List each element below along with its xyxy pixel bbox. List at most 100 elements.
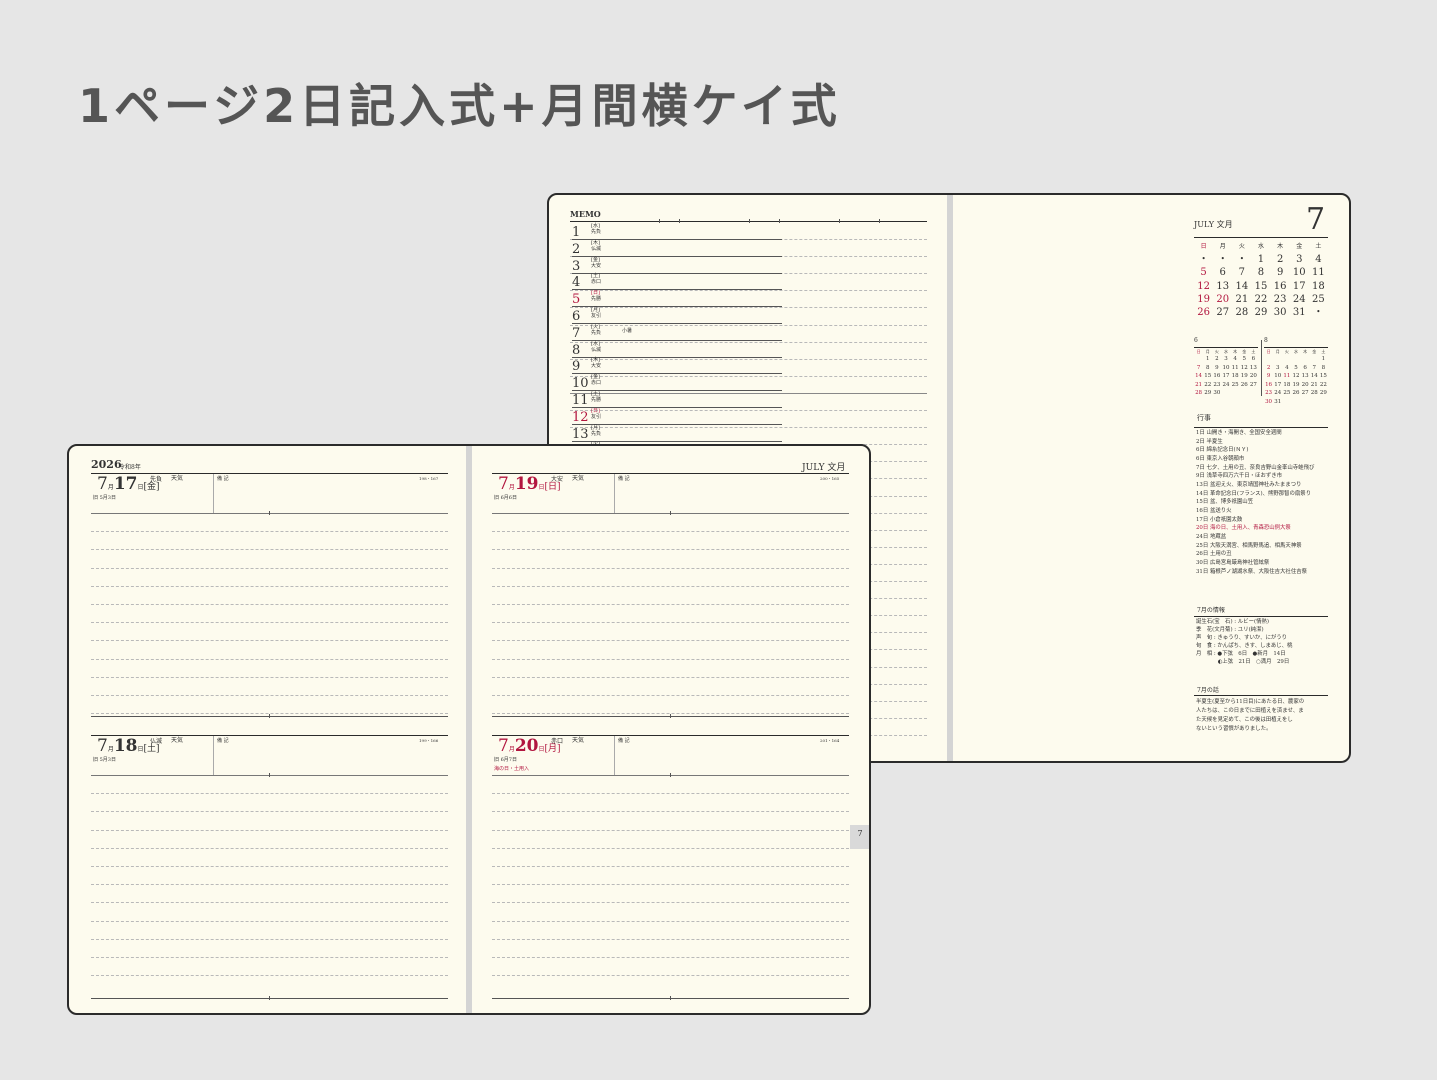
weekday: [土] xyxy=(143,744,160,754)
month-grid-tick xyxy=(879,219,880,223)
write-line xyxy=(492,676,849,678)
calendar-day: 11 xyxy=(1231,364,1239,371)
event-item: 30日 広島宮島厳島神社管絃祭 xyxy=(1196,559,1270,566)
mini-calendar: 日月火水木金土 1 2 3 4 5 6 7 8 9 10 11 12 13 14 15 16 17 18 19 20 21… xyxy=(1194,348,1258,398)
write-line xyxy=(91,567,448,569)
center-tick xyxy=(670,773,671,777)
calendar-day: 21 xyxy=(1310,381,1318,388)
calendar-day: 1 xyxy=(1321,356,1326,362)
calendar-day: 21 xyxy=(1195,381,1203,388)
memo-label: 備 記 xyxy=(618,738,630,744)
calendar-day: 15 xyxy=(1204,373,1212,379)
month-day-row: 3 [金] 大安 xyxy=(572,256,782,274)
calendar-day xyxy=(1240,389,1249,398)
calendar-day: 23 xyxy=(1273,293,1287,305)
calendar-day: 26 xyxy=(1292,390,1300,396)
calendar-day: 8 xyxy=(1321,364,1326,371)
day-event: 小暑 xyxy=(622,327,633,334)
write-line xyxy=(91,676,448,678)
calendar-day: 13 xyxy=(1301,373,1309,379)
calendar-day: 12 xyxy=(1197,280,1210,292)
calendar-day xyxy=(1282,355,1291,364)
write-line xyxy=(91,829,448,831)
month-day-row: 2 [木] 仏滅 xyxy=(572,239,782,257)
info-item: 季 花(文月菊) : ユリ(純潔) xyxy=(1196,627,1264,633)
month-day-row: 11 [土] 先勝 xyxy=(572,390,782,408)
write-line xyxy=(91,640,448,642)
month-header-rule xyxy=(1194,237,1328,238)
calendar-day: 11 xyxy=(1312,267,1325,279)
page-title: 1ページ2日記入式+月間横ケイ式 xyxy=(78,79,841,133)
event-item: 15日 盆、博多祇園山笠 xyxy=(1196,499,1254,506)
month-label: JULY 文月 xyxy=(802,463,846,473)
event-item: 9日 浅草寺四万六千日・ほおずき市 xyxy=(1196,473,1283,480)
event-item: 1日 山開き・海開き、全国安全週間 xyxy=(1196,430,1282,436)
calendar-day: 27 xyxy=(1216,307,1230,319)
day-number: 12 xyxy=(572,409,589,425)
calendar-day: 14 xyxy=(1235,280,1249,292)
calendar-day: 19 xyxy=(1240,373,1248,379)
day-number: 5 xyxy=(572,292,581,308)
event-item: 25日 大阪天満宮、相馬野馬追、相馬天神祭 xyxy=(1196,542,1302,549)
calendar-day: 25 xyxy=(1283,390,1291,396)
weekday: [日] xyxy=(544,482,561,492)
write-line xyxy=(91,695,448,696)
calendar-day: 25 xyxy=(1231,381,1239,388)
calendar-day: 4 xyxy=(1233,356,1237,362)
weekday-header: 土 xyxy=(1321,349,1326,354)
write-line xyxy=(492,884,849,886)
calendar-day: 19 xyxy=(1197,293,1210,305)
memo-divider xyxy=(614,474,615,513)
write-line xyxy=(91,622,448,624)
write-line xyxy=(91,585,448,587)
calendar-day: 20 xyxy=(1301,381,1309,388)
rokuyo: 赤口 xyxy=(591,380,602,387)
write-line xyxy=(492,658,849,660)
day-number: 3 xyxy=(572,258,581,274)
calendar-day xyxy=(1291,355,1300,364)
calendar-day: ・ xyxy=(1217,254,1228,265)
calendar-day: 30 xyxy=(1265,398,1273,405)
write-line xyxy=(91,938,448,940)
month-index-tab[interactable]: 7 xyxy=(850,825,869,849)
calendar-day: 8 xyxy=(1205,364,1210,371)
write-line xyxy=(91,531,448,533)
info-item: 月 相 : ●下弦 6日 ●新月 14日 xyxy=(1196,651,1286,657)
day-number: 9 xyxy=(572,359,581,375)
month-day-row: 4 [土] 赤口 xyxy=(572,272,782,291)
info-item: 誕生石(宝 石) : ルビー(情熱) xyxy=(1196,619,1269,625)
calendar-day: 6 xyxy=(1251,356,1256,362)
calendar-day xyxy=(1231,389,1240,398)
info-item: 声 旬 : きゅうり、すいか、にがうり xyxy=(1196,635,1288,641)
write-line xyxy=(492,531,849,533)
memo-label: MEMO xyxy=(570,209,601,219)
write-line xyxy=(492,811,849,813)
weather-label: 天気 xyxy=(171,475,184,482)
lunar-date: 旧 5月3日 xyxy=(93,495,116,501)
mini-calendar-label: 6 xyxy=(1194,337,1198,344)
rokuyo: 先勝 xyxy=(591,296,602,303)
day-code: 201・164 xyxy=(820,738,840,743)
calendar-day xyxy=(1194,355,1203,364)
write-line xyxy=(492,622,849,624)
month-day-row: 5 [日] 先勝 xyxy=(572,289,782,308)
day-code: 199・166 xyxy=(419,738,439,743)
weekday-header: 金 xyxy=(1312,349,1317,354)
calendar-day: 4 xyxy=(1285,364,1289,371)
month-grid-tick xyxy=(679,219,680,223)
weekday-header: 水 xyxy=(1293,349,1298,354)
calendar-day: 31 xyxy=(1292,307,1306,319)
weekday-header: 日 xyxy=(1266,349,1271,354)
events-rule xyxy=(1194,427,1328,428)
main-calendar: 日月火水木金土・・・ 1 2 3 4 5 6 7 8 9 10 11 12 13 14 15 16 17 18 19 2… xyxy=(1194,240,1328,319)
write-line xyxy=(492,902,849,904)
calendar-day: 16 xyxy=(1213,373,1221,379)
center-tick xyxy=(269,511,270,515)
day-number: 7 xyxy=(572,325,581,341)
calendar-day: 5 xyxy=(1242,356,1247,362)
rokuyo: 赤口 xyxy=(551,738,564,745)
calendar-day: 9 xyxy=(1215,364,1219,371)
calendar-day: 5 xyxy=(1294,364,1298,371)
info-item: 旬 食 : かんぱち、きす、しまあじ、桃 xyxy=(1196,643,1293,649)
day-number: 1 xyxy=(572,225,581,240)
